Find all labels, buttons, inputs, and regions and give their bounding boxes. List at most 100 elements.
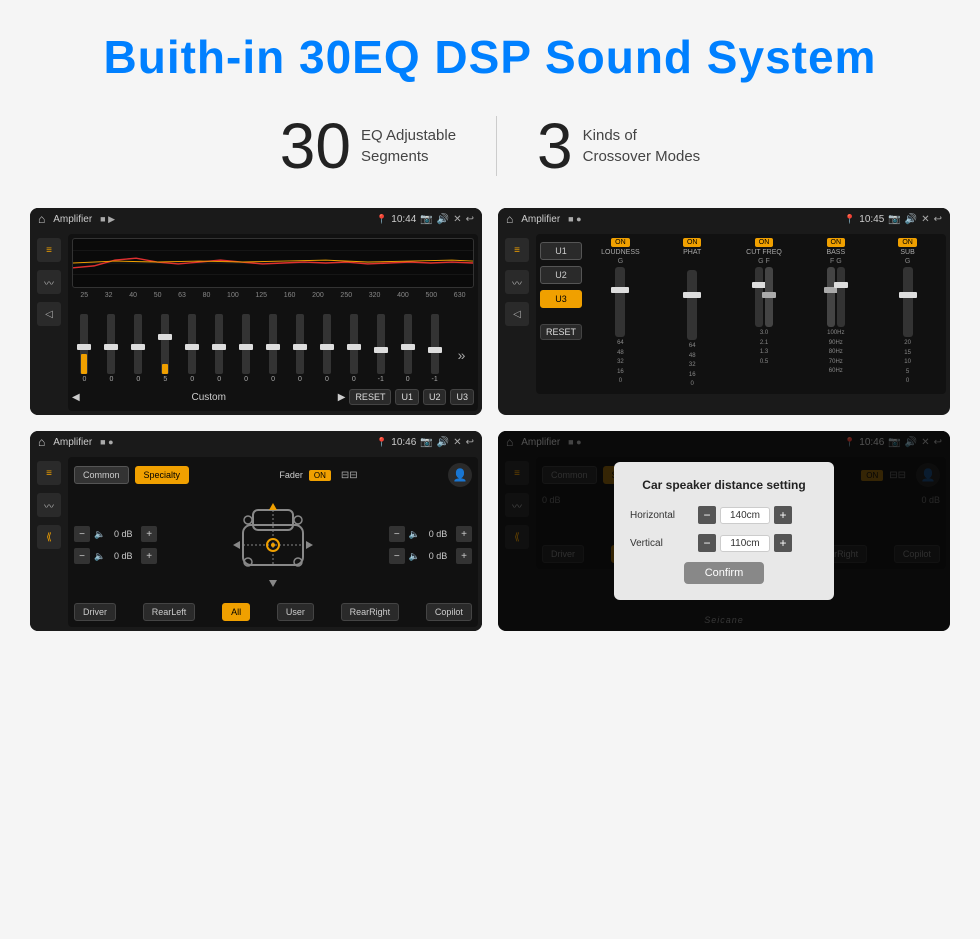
- eq-slider-2[interactable]: 0: [107, 314, 115, 383]
- back-icon-2: ↩: [934, 214, 942, 225]
- close-icon: ✕: [453, 214, 461, 225]
- expand-arrow[interactable]: »: [458, 347, 466, 383]
- eq-graph-svg: [73, 239, 473, 287]
- home-icon[interactable]: ⌂: [38, 212, 45, 226]
- rr-plus-btn[interactable]: +: [456, 548, 472, 564]
- u2-crossover-btn[interactable]: U2: [540, 266, 582, 284]
- u1-crossover-btn[interactable]: U1: [540, 242, 582, 260]
- screen3-side-controls: ≡ 〰 ⟪: [34, 457, 64, 627]
- eq-slider-9[interactable]: 0: [296, 314, 304, 383]
- sub-slider[interactable]: [903, 267, 913, 337]
- rr-minus-btn[interactable]: −: [389, 548, 405, 564]
- next-btn[interactable]: ▶: [338, 392, 346, 403]
- screen2-crossover: ⌂ Amplifier ■ ● 📍 10:45 📷 🔊 ✕ ↩ ≡ 〰 ◁: [498, 208, 950, 415]
- page-header: Buith-in 30EQ DSP Sound System: [0, 0, 980, 94]
- screen2-status-bar: ⌂ Amplifier ■ ● 📍 10:45 📷 🔊 ✕ ↩: [498, 208, 950, 230]
- u2-btn[interactable]: U2: [423, 389, 447, 405]
- eq-sliders: 0 0 0 5 0: [72, 303, 474, 383]
- bass-f-slider[interactable]: [827, 267, 835, 327]
- fader-on-badge[interactable]: ON: [309, 470, 331, 481]
- eq-slider-10[interactable]: 0: [323, 314, 331, 383]
- phat-label: PHAT: [683, 249, 701, 256]
- reset-crossover-btn[interactable]: RESET: [540, 324, 582, 340]
- specialty-btn[interactable]: Specialty: [135, 466, 190, 484]
- rl-minus-btn[interactable]: −: [74, 548, 90, 564]
- eq-slider-7[interactable]: 0: [242, 314, 250, 383]
- u3-btn[interactable]: U3: [450, 389, 474, 405]
- vertical-plus-btn[interactable]: +: [774, 534, 792, 552]
- fr-db-value: 0 dB: [424, 529, 452, 539]
- user-btn[interactable]: User: [277, 603, 314, 621]
- rearleft-btn[interactable]: RearLeft: [143, 603, 196, 621]
- back-icon: ↩: [466, 214, 474, 225]
- home-icon-3[interactable]: ⌂: [38, 435, 45, 449]
- horizontal-minus-btn[interactable]: −: [698, 506, 716, 524]
- driver-btn[interactable]: Driver: [74, 603, 116, 621]
- screen3-body: ≡ 〰 ⟪ Common Specialty Fader ON ⊟⊟ 👤: [30, 453, 482, 631]
- location-icon: 📍: [376, 214, 387, 225]
- horizontal-control: − 140cm +: [698, 506, 792, 524]
- eq-slider-6[interactable]: 0: [215, 314, 223, 383]
- eq-icon-3[interactable]: ≡: [37, 461, 61, 485]
- channel-sliders: ON LOUDNESS G 644832160 ON PHAT: [586, 238, 942, 390]
- u-buttons-panel: U1 U2 U3 RESET: [540, 238, 582, 390]
- common-btn[interactable]: Common: [74, 466, 129, 484]
- eq-slider-5[interactable]: 0: [188, 314, 196, 383]
- eq-slider-3[interactable]: 0: [134, 314, 142, 383]
- eq-slider-12[interactable]: -1: [377, 314, 385, 383]
- volume-icon-3: 🔊: [437, 437, 449, 448]
- fr-plus-btn[interactable]: +: [456, 526, 472, 542]
- screen3-status-bar: ⌂ Amplifier ■ ● 📍 10:46 📷 🔊 ✕ ↩: [30, 431, 482, 453]
- prev-btn[interactable]: ◀: [72, 392, 80, 403]
- rl-plus-btn[interactable]: +: [141, 548, 157, 564]
- u3-crossover-btn[interactable]: U3: [540, 290, 582, 308]
- wave-icon[interactable]: 〰: [37, 270, 61, 294]
- confirm-button[interactable]: Confirm: [684, 562, 764, 584]
- person-icon: 👤: [448, 463, 472, 487]
- loudness-vals: 644832160: [617, 339, 624, 387]
- screen2-time: 10:45: [859, 214, 884, 225]
- loudness-g: G: [618, 258, 623, 265]
- horizontal-plus-btn[interactable]: +: [774, 506, 792, 524]
- home-icon-2[interactable]: ⌂: [506, 212, 513, 226]
- rearright-btn[interactable]: RearRight: [341, 603, 400, 621]
- volume-down-icon-2[interactable]: ◁: [505, 302, 529, 326]
- phat-on[interactable]: ON: [683, 238, 702, 247]
- loudness-on[interactable]: ON: [611, 238, 630, 247]
- eq-slider-13[interactable]: 0: [404, 314, 412, 383]
- loudness-slider[interactable]: [615, 267, 625, 337]
- cutfreq-on[interactable]: ON: [755, 238, 774, 247]
- eq-bottom-bar: ◀ Custom ▶ RESET U1 U2 U3: [72, 387, 474, 407]
- eq-slider-4[interactable]: 5: [161, 314, 169, 383]
- wave-icon-2[interactable]: 〰: [505, 270, 529, 294]
- bass-g-slider[interactable]: [837, 267, 845, 327]
- phat-slider[interactable]: [687, 270, 697, 340]
- screen1-status-icons: 📷 🔊 ✕ ↩: [420, 214, 474, 225]
- volume-down-icon-3[interactable]: ⟪: [37, 525, 61, 549]
- eq-slider-11[interactable]: 0: [350, 314, 358, 383]
- copilot-btn[interactable]: Copilot: [426, 603, 472, 621]
- fader-left-controls: − 🔈 0 dB + − 🔈 0 dB +: [74, 526, 157, 564]
- reset-btn[interactable]: RESET: [349, 389, 391, 405]
- fl-minus-btn[interactable]: −: [74, 526, 90, 542]
- vertical-minus-btn[interactable]: −: [698, 534, 716, 552]
- fl-plus-btn[interactable]: +: [141, 526, 157, 542]
- bass-channel: ON BASS F G 100Hz90Hz: [801, 238, 870, 390]
- screen1-time: 10:44: [391, 214, 416, 225]
- fr-minus-btn[interactable]: −: [389, 526, 405, 542]
- cutfreq-f-slider[interactable]: [765, 267, 773, 327]
- eq-slider-8[interactable]: 0: [269, 314, 277, 383]
- eq-icon[interactable]: ≡: [37, 238, 61, 262]
- bass-on[interactable]: ON: [827, 238, 846, 247]
- screen2-icons: ■ ●: [568, 214, 581, 224]
- dialog-title: Car speaker distance setting: [630, 478, 818, 492]
- wave-icon-3[interactable]: 〰: [37, 493, 61, 517]
- sub-on[interactable]: ON: [898, 238, 917, 247]
- eq-slider-14[interactable]: -1: [431, 314, 439, 383]
- eq-slider-1[interactable]: 0: [80, 314, 88, 383]
- stats-row: 30 EQ Adjustable Segments 3 Kinds of Cro…: [0, 94, 980, 208]
- all-btn[interactable]: All: [222, 603, 250, 621]
- volume-down-icon[interactable]: ◁: [37, 302, 61, 326]
- eq-icon-2[interactable]: ≡: [505, 238, 529, 262]
- u1-btn[interactable]: U1: [395, 389, 419, 405]
